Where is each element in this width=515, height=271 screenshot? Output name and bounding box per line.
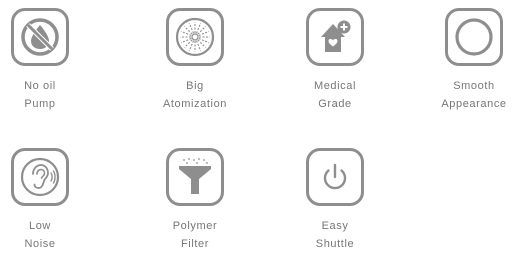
feature-easy-shuttle: Easy Shuttle [280, 148, 390, 253]
feature-low-noise: Low Noise [0, 148, 95, 253]
feature-big-atomization: Big Atomization [140, 8, 250, 113]
feature-label-line1: Medical [313, 80, 357, 92]
feature-label-line1: Smooth [453, 80, 495, 92]
feature-label-line2: Noise [24, 238, 56, 250]
feature-label-line1: Easy [321, 220, 349, 232]
feature-medical-grade: Medical Grade [280, 8, 390, 113]
atomization-burst-icon [166, 8, 224, 66]
power-icon [306, 148, 364, 206]
feature-label-line1: No oil [24, 80, 56, 92]
feature-label-line1: Big [186, 80, 204, 92]
feature-label: No oil Pump [24, 77, 56, 113]
feature-label-line2: Shuttle [315, 238, 355, 250]
funnel-filter-icon [166, 148, 224, 206]
feature-label-line1: Polymer [172, 220, 218, 232]
feature-no-oil-pump: No oil Pump [0, 8, 95, 113]
feature-label: Big Atomization [163, 77, 227, 113]
feature-label: Easy Shuttle [316, 217, 354, 253]
feature-label-line2: Pump [24, 98, 56, 110]
ear-sound-icon [11, 148, 69, 206]
feature-label-line2: Appearance [441, 98, 507, 110]
feature-label-line2: Atomization [162, 98, 228, 110]
feature-label-line2: Grade [318, 98, 352, 110]
feature-label: Polymer Filter [173, 217, 218, 253]
medical-house-icon [306, 8, 364, 66]
circle-outline-icon [445, 8, 503, 66]
feature-smooth-appearance: Smooth Appearance [419, 8, 515, 113]
feature-label-line2: Filter [180, 238, 210, 250]
feature-label-line1: Low [29, 220, 51, 232]
feature-polymer-filter: Polymer Filter [140, 148, 250, 253]
feature-label: Low Noise [24, 217, 55, 253]
feature-label: Medical Grade [314, 77, 356, 113]
feature-label: Smooth Appearance [441, 77, 506, 113]
no-oil-drop-icon [11, 8, 69, 66]
